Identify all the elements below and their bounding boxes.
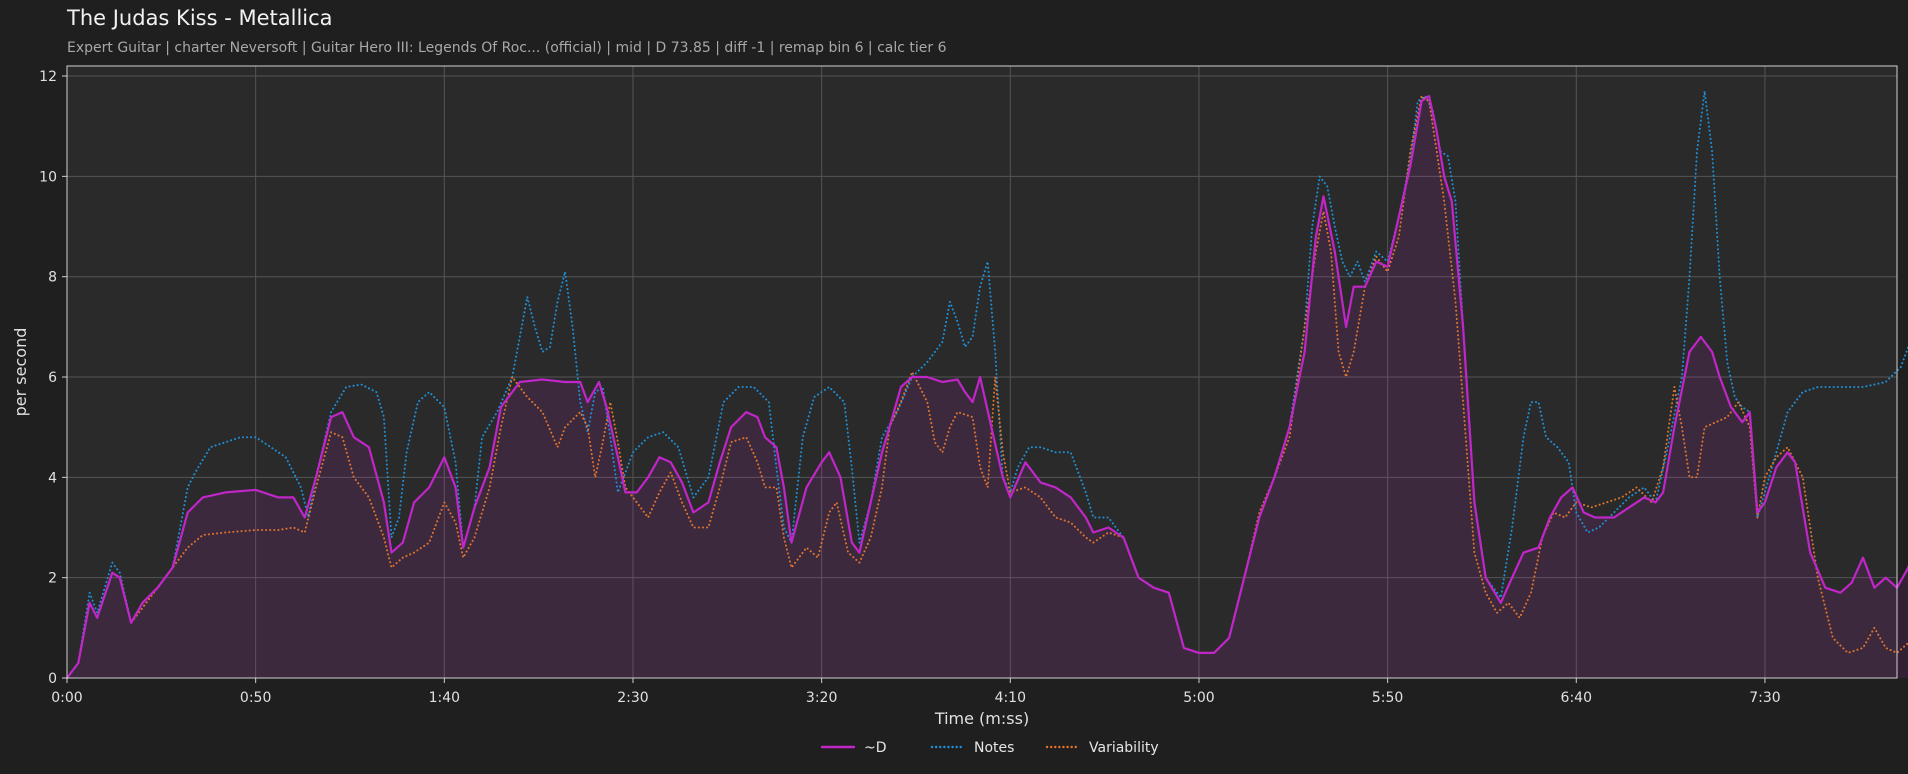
chart-svg: 0:00 0:50 1:40 2:30 3:20 4:10 5:00 5:50 6:40 7:30… — [11, 65, 1908, 756]
y-tick-label: 10 — [39, 169, 57, 185]
x-tick-label: 6:40 — [1561, 690, 1592, 706]
x-axis-label: Time (m:ss) — [934, 709, 1029, 728]
x-tick-label: 5:50 — [1372, 690, 1403, 706]
y-tick-label: 12 — [39, 69, 57, 85]
y-tick-label: 8 — [48, 270, 57, 286]
x-axis-ticks: 0:00 0:50 1:40 2:30 3:20 4:10 5:00 5:50 6:40 7:30 — [51, 678, 1781, 706]
x-tick-label: 5:00 — [1183, 690, 1214, 706]
legend-label: Notes — [974, 740, 1014, 756]
y-tick-label: 0 — [48, 671, 57, 687]
x-tick-label: 0:00 — [51, 690, 82, 706]
y-tick-label: 4 — [48, 470, 57, 486]
y-tick-label: 2 — [48, 571, 57, 587]
y-axis-ticks: 0 2 4 6 8 10 12 — [39, 69, 67, 687]
legend-label: ~D — [864, 740, 887, 756]
x-tick-label: 1:40 — [429, 690, 460, 706]
x-tick-label: 7:30 — [1749, 690, 1780, 706]
x-tick-label: 2:30 — [617, 690, 648, 706]
legend: ~D Notes Variability — [820, 740, 1159, 756]
y-tick-label: 6 — [48, 370, 57, 386]
legend-label: Variability — [1089, 740, 1159, 756]
y-axis-label: per second — [11, 328, 30, 417]
x-tick-label: 0:50 — [240, 690, 271, 706]
x-tick-label: 3:20 — [806, 690, 837, 706]
x-tick-label: 4:10 — [995, 690, 1026, 706]
